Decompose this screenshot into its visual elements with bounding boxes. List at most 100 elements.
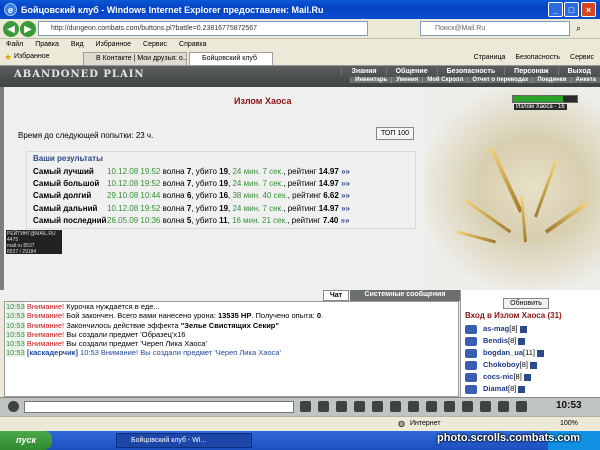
- user-info-icon[interactable]: [518, 385, 526, 393]
- nav-security[interactable]: Безопасность: [436, 68, 505, 75]
- result-details-link[interactable]: »»: [341, 179, 350, 188]
- chat-time[interactable]: 10:53: [6, 329, 25, 339]
- address-bar[interactable]: http://dungeon.combats.com/buttons.pl?ba…: [38, 21, 368, 36]
- clock-text: 10:53: [556, 400, 582, 411]
- user-info-icon[interactable]: [523, 373, 531, 381]
- menu-favorites[interactable]: Избранное: [96, 39, 131, 50]
- chat-warning: Внимание!: [26, 302, 65, 311]
- wave-word: волна: [162, 179, 185, 189]
- user-info-icon[interactable]: [518, 337, 526, 345]
- user-status-icon: [465, 336, 477, 346]
- chat-time[interactable]: 10:53: [6, 311, 25, 321]
- top100-button[interactable]: ТОП 100: [376, 127, 414, 140]
- result-details-link[interactable]: »»: [341, 167, 350, 176]
- result-date: 10.12.08 19:52: [107, 179, 161, 189]
- user-level: [8]: [508, 384, 517, 393]
- settings-icon[interactable]: [426, 401, 437, 412]
- user-name[interactable]: bogdan_ua: [483, 348, 523, 357]
- smile-icon[interactable]: [372, 401, 383, 412]
- nav-chat[interactable]: Общение: [385, 68, 437, 75]
- chat-warning: Внимание!: [26, 311, 65, 321]
- rating-counter[interactable]: РЕЙТИНГ@MAIL.RU 4475 mail.ru 8537 8537 /…: [6, 230, 62, 255]
- chat-time[interactable]: 10:53: [6, 320, 25, 330]
- crystal-image: [424, 87, 600, 290]
- back-button[interactable]: ◀: [3, 21, 19, 37]
- status-bar: ◍ Интернет 100%: [0, 416, 600, 431]
- tab-vkontakte[interactable]: В Контакте | Мои друзья: о...: [83, 52, 187, 65]
- chat-input[interactable]: [24, 401, 294, 413]
- minimize-button[interactable]: _: [548, 2, 563, 17]
- user-name[interactable]: Bendis: [483, 336, 508, 345]
- nav-skills[interactable]: Умения: [391, 77, 422, 83]
- user-name[interactable]: Chokoboy: [483, 360, 520, 369]
- chat-menu-icon[interactable]: [8, 401, 19, 412]
- security-menu[interactable]: Безопасность: [515, 52, 560, 64]
- chat-log[interactable]: 10:53 Внимание! Курочка нуждается в еде.…: [4, 301, 459, 397]
- forward-button[interactable]: ▶: [20, 21, 36, 37]
- online-user-row: bogdan_ua[11]: [465, 347, 544, 358]
- chat-text: Бой закончен. Всего вами нанесено урона:: [66, 311, 216, 321]
- tools-menu[interactable]: Сервис: [570, 52, 594, 64]
- nav-inventory[interactable]: Инвентарь: [350, 77, 391, 83]
- page-menu[interactable]: Страница: [474, 52, 506, 64]
- nav-battles[interactable]: Поединки: [532, 77, 570, 83]
- mail-icon[interactable]: [498, 401, 509, 412]
- tab-combats[interactable]: Бойцовский клуб: [189, 52, 273, 65]
- zoom-text[interactable]: 100%: [560, 417, 578, 431]
- chat-text: . Получено опыта:: [251, 311, 315, 321]
- exit-icon[interactable]: [516, 401, 527, 412]
- menu-help[interactable]: Справка: [179, 39, 206, 50]
- search-icon[interactable]: ⌕: [576, 23, 581, 34]
- chat-time[interactable]: 10:53: [6, 302, 25, 311]
- sound-icon[interactable]: [408, 401, 419, 412]
- nav-profile[interactable]: Анкета: [570, 77, 600, 83]
- nav-character[interactable]: Персонаж: [504, 68, 557, 75]
- nav-scroll[interactable]: Мой Скролл: [422, 77, 467, 83]
- results-title: Ваши результаты: [33, 154, 103, 163]
- chat-text: Курочка нуждается в еде...: [66, 302, 160, 311]
- menu-tools[interactable]: Сервис: [143, 39, 167, 50]
- close-button[interactable]: ×: [581, 2, 596, 17]
- wave-word: волна: [162, 167, 185, 176]
- search-input[interactable]: Поиск@Mail.Ru: [420, 21, 570, 36]
- start-button[interactable]: пуск: [0, 431, 52, 450]
- menu-file[interactable]: Файл: [6, 39, 23, 50]
- result-details-link[interactable]: »»: [341, 204, 350, 213]
- chat-time[interactable]: 10:53: [6, 348, 25, 358]
- chat-line: 10:53 Внимание! Курочка нуждается в еде.…: [5, 302, 458, 311]
- killed-word: , убито: [191, 215, 217, 225]
- taskbar-item[interactable]: Бойцовский клуб - Wi...: [116, 433, 252, 448]
- user-info-icon[interactable]: [519, 325, 527, 333]
- user-info-icon[interactable]: [536, 349, 544, 357]
- chat-user[interactable]: [каскадерчик]: [27, 348, 78, 357]
- chat-time[interactable]: 10:53: [6, 339, 25, 349]
- refresh-button[interactable]: Обновить: [503, 298, 549, 309]
- user-name[interactable]: cocs-nic: [483, 372, 513, 381]
- filter-icon[interactable]: [336, 401, 347, 412]
- people-icon[interactable]: [462, 401, 473, 412]
- nav-transfers[interactable]: Отчет о переводах: [467, 77, 532, 83]
- map-icon[interactable]: [480, 401, 491, 412]
- maximize-button[interactable]: □: [564, 2, 579, 17]
- favorites-star-icon[interactable]: ★: [4, 52, 12, 63]
- tab-chat[interactable]: Чат: [323, 290, 349, 301]
- result-details-link[interactable]: »»: [341, 216, 350, 225]
- user-name[interactable]: as-mag: [483, 324, 509, 333]
- ie-icon: e: [4, 3, 17, 16]
- menu-view[interactable]: Вид: [71, 39, 84, 50]
- menu-edit[interactable]: Правка: [35, 39, 59, 50]
- user-name[interactable]: Diamat: [483, 384, 508, 393]
- nav-knowledge[interactable]: Знания: [341, 68, 385, 75]
- translit-icon[interactable]: [390, 401, 401, 412]
- chat-toolbar: 10:53: [0, 397, 600, 416]
- lock-icon[interactable]: [444, 401, 455, 412]
- save-icon[interactable]: [354, 401, 365, 412]
- user-info-icon[interactable]: [530, 361, 538, 369]
- result-killed: 16: [219, 191, 229, 201]
- favorites-button[interactable]: Избранное: [14, 53, 49, 60]
- clear-icon[interactable]: [318, 401, 329, 412]
- nav-exit[interactable]: Выход: [557, 68, 600, 75]
- tab-system-messages[interactable]: Системные сообщения: [350, 290, 460, 301]
- send-icon[interactable]: [300, 401, 311, 412]
- result-details-link[interactable]: »»: [341, 191, 350, 200]
